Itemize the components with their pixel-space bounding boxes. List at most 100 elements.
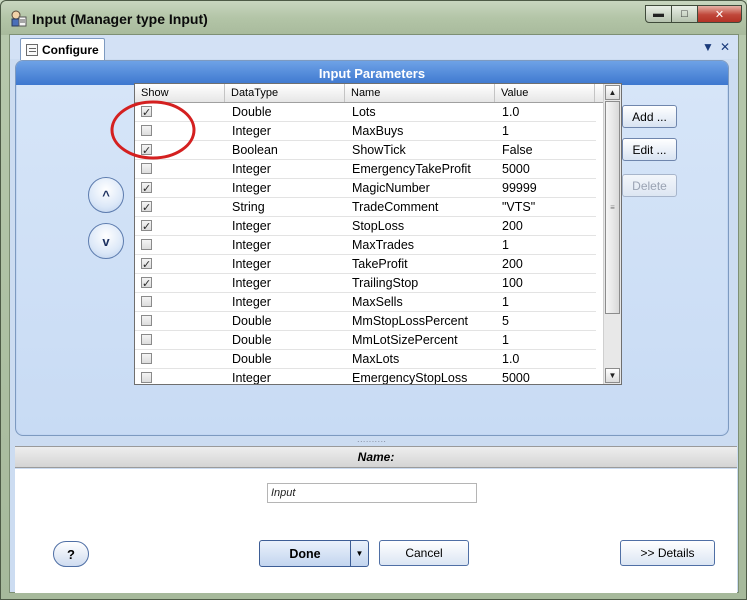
- name-cell[interactable]: StopLoss: [345, 217, 495, 235]
- table-row[interactable]: DoubleLots1.0: [135, 103, 596, 122]
- table-row[interactable]: Double MmStopLossPercent 5: [135, 312, 596, 331]
- done-button-label[interactable]: Done: [260, 541, 350, 566]
- name-cell[interactable]: MaxTrades: [345, 236, 495, 254]
- table-row[interactable]: StringTradeComment"VTS": [135, 198, 596, 217]
- datatype-cell[interactable]: Integer: [225, 179, 345, 197]
- chevron-down-icon[interactable]: ▼: [350, 541, 368, 566]
- delete-button[interactable]: Delete: [622, 174, 677, 197]
- table-row[interactable]: IntegerTrailingStop100: [135, 274, 596, 293]
- value-cell[interactable]: 100: [495, 274, 595, 292]
- name-cell[interactable]: Lots: [345, 103, 495, 121]
- value-cell[interactable]: 5: [495, 312, 595, 330]
- value-cell[interactable]: 1: [495, 122, 595, 140]
- name-cell[interactable]: ShowTick: [345, 141, 495, 159]
- help-button[interactable]: ?: [53, 541, 89, 567]
- column-header-name[interactable]: Name: [345, 84, 495, 102]
- name-cell[interactable]: TrailingStop: [345, 274, 495, 292]
- show-cell: [135, 217, 225, 235]
- close-button[interactable]: ✕: [697, 5, 742, 23]
- name-input[interactable]: [267, 483, 477, 503]
- value-cell[interactable]: 99999: [495, 179, 595, 197]
- datatype-cell[interactable]: Integer: [225, 160, 345, 178]
- column-header-datatype[interactable]: DataType: [225, 84, 345, 102]
- details-button[interactable]: >> Details: [620, 540, 715, 566]
- splitter-handle[interactable]: ..........: [15, 437, 729, 445]
- add-button[interactable]: Add ...: [622, 105, 677, 128]
- value-cell[interactable]: False: [495, 141, 595, 159]
- datatype-cell[interactable]: Double: [225, 103, 345, 121]
- show-checkbox[interactable]: [141, 199, 152, 216]
- maximize-button[interactable]: □: [671, 5, 698, 23]
- show-checkbox[interactable]: [141, 296, 152, 307]
- column-header-value[interactable]: Value: [495, 84, 595, 102]
- table-row[interactable]: Integer EmergencyStopLoss 5000: [135, 369, 596, 384]
- datatype-cell[interactable]: Integer: [225, 255, 345, 273]
- name-cell[interactable]: MmLotSizePercent: [345, 331, 495, 349]
- table-row[interactable]: Double MaxLots 1.0: [135, 350, 596, 369]
- datatype-cell[interactable]: Double: [225, 331, 345, 349]
- edit-button[interactable]: Edit ...: [622, 138, 677, 161]
- tab-configure[interactable]: Configure: [20, 38, 105, 60]
- show-checkbox[interactable]: [141, 315, 152, 326]
- datatype-cell[interactable]: Integer: [225, 369, 345, 384]
- table-row[interactable]: IntegerStopLoss200: [135, 217, 596, 236]
- table-row[interactable]: BooleanShowTickFalse: [135, 141, 596, 160]
- table-row[interactable]: Integer MaxTrades 1: [135, 236, 596, 255]
- name-cell[interactable]: MaxSells: [345, 293, 495, 311]
- show-checkbox[interactable]: [141, 372, 152, 383]
- scroll-down-icon[interactable]: ▼: [605, 368, 620, 383]
- value-cell[interactable]: 1: [495, 331, 595, 349]
- show-checkbox[interactable]: [141, 256, 152, 273]
- grid-scrollbar[interactable]: ▲ ≡ ▼: [603, 84, 621, 384]
- datatype-cell[interactable]: Integer: [225, 217, 345, 235]
- datatype-cell[interactable]: Integer: [225, 122, 345, 140]
- datatype-cell[interactable]: Integer: [225, 236, 345, 254]
- value-cell[interactable]: 1.0: [495, 103, 595, 121]
- table-row[interactable]: Double MmLotSizePercent 1: [135, 331, 596, 350]
- name-cell[interactable]: TakeProfit: [345, 255, 495, 273]
- table-row[interactable]: IntegerTakeProfit200: [135, 255, 596, 274]
- datatype-cell[interactable]: Double: [225, 312, 345, 330]
- show-checkbox[interactable]: [141, 163, 152, 174]
- scroll-thumb[interactable]: ≡: [605, 101, 620, 314]
- minimize-button[interactable]: ▬: [645, 5, 672, 23]
- value-cell[interactable]: "VTS": [495, 198, 595, 216]
- value-cell[interactable]: 1.0: [495, 350, 595, 368]
- name-cell[interactable]: EmergencyTakeProfit: [345, 160, 495, 178]
- name-cell[interactable]: MaxLots: [345, 350, 495, 368]
- table-row[interactable]: Integer EmergencyTakeProfit 5000: [135, 160, 596, 179]
- cancel-button[interactable]: Cancel: [379, 540, 469, 566]
- show-checkbox[interactable]: [141, 180, 152, 197]
- table-row[interactable]: Integer MaxBuys 1: [135, 122, 596, 141]
- move-up-button[interactable]: ^: [88, 177, 124, 213]
- datatype-cell[interactable]: Double: [225, 350, 345, 368]
- tab-menu-icon[interactable]: ▼: [702, 40, 714, 54]
- move-down-button[interactable]: v: [88, 223, 124, 259]
- table-row[interactable]: IntegerMagicNumber99999: [135, 179, 596, 198]
- value-cell[interactable]: 200: [495, 217, 595, 235]
- table-row[interactable]: Integer MaxSells 1: [135, 293, 596, 312]
- value-cell[interactable]: 1: [495, 293, 595, 311]
- value-cell[interactable]: 200: [495, 255, 595, 273]
- name-cell[interactable]: TradeComment: [345, 198, 495, 216]
- show-checkbox[interactable]: [141, 218, 152, 235]
- name-cell[interactable]: MmStopLossPercent: [345, 312, 495, 330]
- show-checkbox[interactable]: [141, 334, 152, 345]
- datatype-cell[interactable]: Integer: [225, 274, 345, 292]
- value-cell[interactable]: 5000: [495, 369, 595, 384]
- name-cell[interactable]: EmergencyStopLoss: [345, 369, 495, 384]
- datatype-cell[interactable]: Boolean: [225, 141, 345, 159]
- value-cell[interactable]: 5000: [495, 160, 595, 178]
- done-button[interactable]: Done ▼: [259, 540, 369, 567]
- scroll-up-icon[interactable]: ▲: [605, 85, 620, 100]
- name-cell[interactable]: MaxBuys: [345, 122, 495, 140]
- tab-close-icon[interactable]: ✕: [720, 40, 730, 54]
- datatype-cell[interactable]: Integer: [225, 293, 345, 311]
- value-cell[interactable]: 1: [495, 236, 595, 254]
- datatype-cell[interactable]: String: [225, 198, 345, 216]
- title-bar[interactable]: Input (Manager type Input) ▬ □ ✕: [1, 1, 746, 35]
- show-checkbox[interactable]: [141, 275, 152, 292]
- show-checkbox[interactable]: [141, 353, 152, 364]
- name-cell[interactable]: MagicNumber: [345, 179, 495, 197]
- show-checkbox[interactable]: [141, 239, 152, 250]
